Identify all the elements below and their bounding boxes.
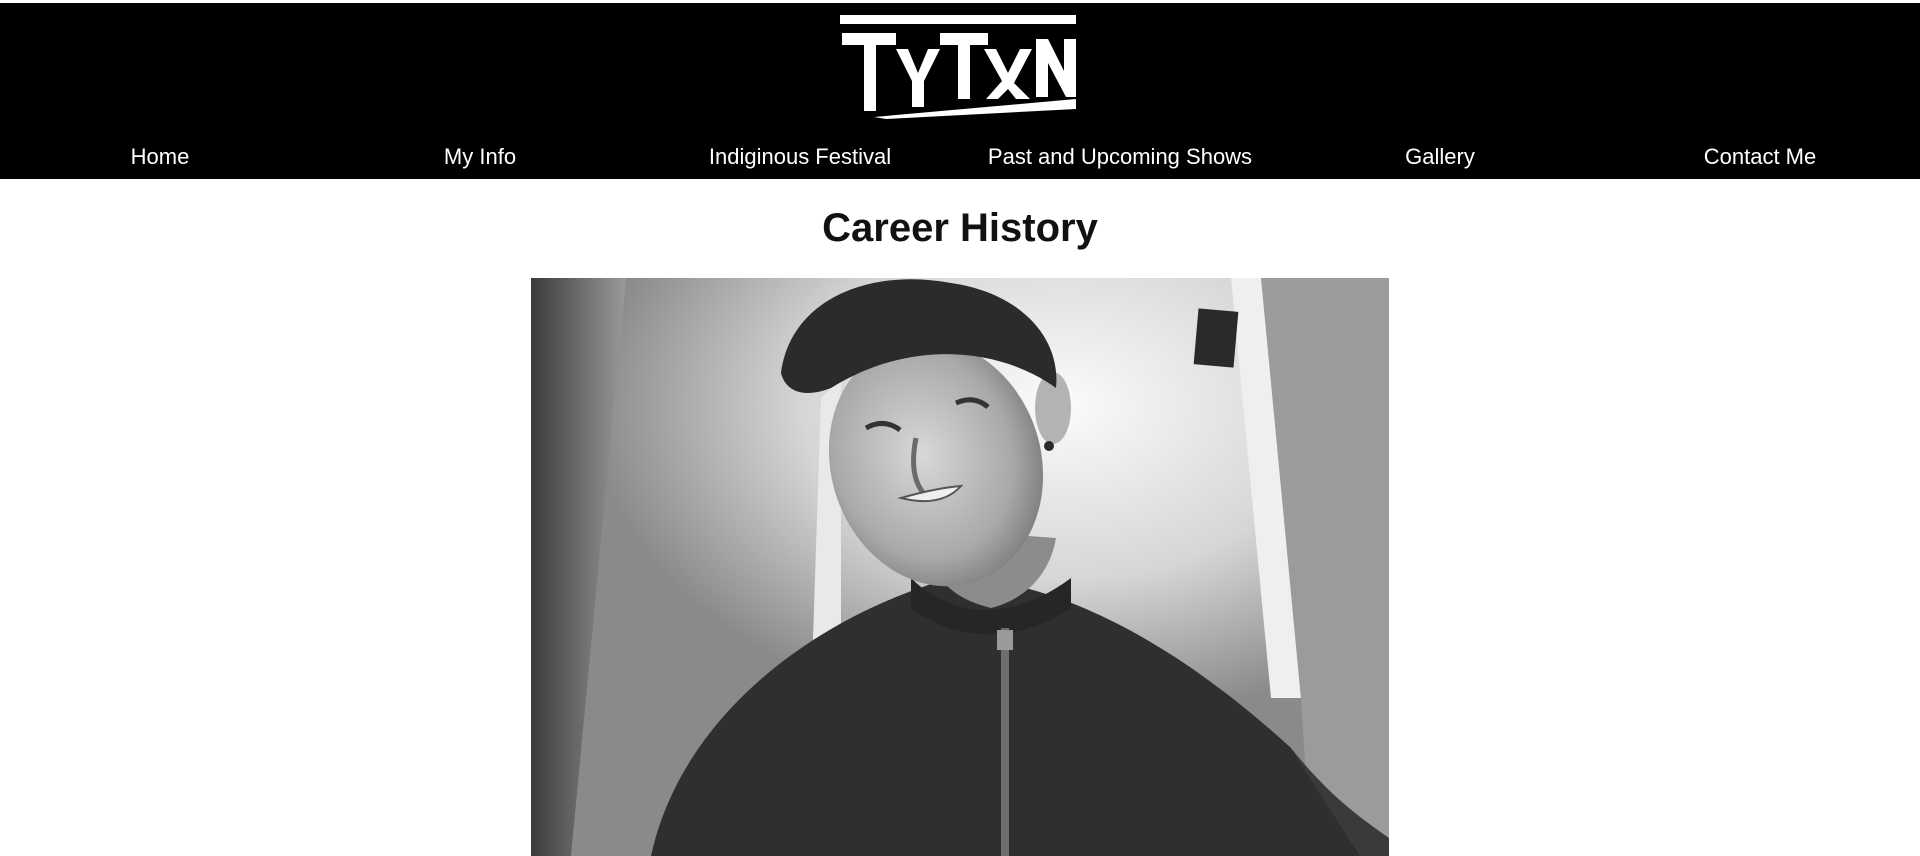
main-nav: Home My Info Indiginous Festival Past an… (0, 137, 1920, 177)
nav-item-gallery[interactable]: Gallery (1280, 137, 1600, 177)
career-photo (531, 278, 1389, 856)
nav-item-shows[interactable]: Past and Upcoming Shows (960, 137, 1280, 177)
nav-item-contact-me[interactable]: Contact Me (1600, 137, 1920, 177)
nav-item-home[interactable]: Home (0, 137, 320, 177)
nav-item-indiginous-festival[interactable]: Indiginous Festival (640, 137, 960, 177)
site-header: Home My Info Indiginous Festival Past an… (0, 3, 1920, 179)
page-title: Career History (822, 206, 1098, 250)
site-logo[interactable] (838, 15, 1078, 119)
nav-item-my-info[interactable]: My Info (320, 137, 640, 177)
page: Home My Info Indiginous Festival Past an… (0, 0, 1920, 856)
